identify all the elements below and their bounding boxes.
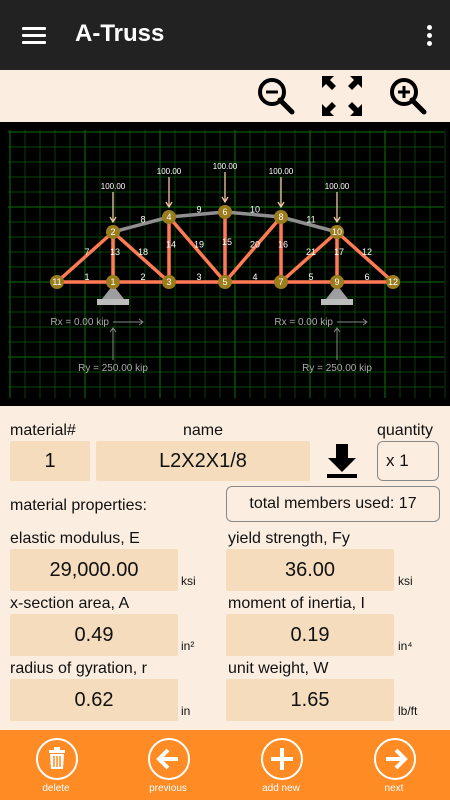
member-label: 5	[308, 272, 313, 282]
zoom-out-icon[interactable]	[254, 74, 298, 118]
bottom-action-bar: delete previous add new next	[0, 730, 450, 800]
inertia-unit: in⁴	[398, 639, 413, 653]
member-label: 13	[110, 247, 120, 257]
node-label: 5	[222, 277, 227, 287]
node-label: 10	[332, 227, 342, 237]
yield-strength-label: yield strength, Fy	[228, 530, 350, 547]
material-number-label: material#	[10, 422, 76, 439]
member-label: 16	[278, 240, 288, 250]
area-unit: in²	[181, 639, 195, 653]
node-label: 6	[222, 207, 227, 217]
member-label: 2	[140, 272, 145, 282]
material-properties-label: material properties:	[10, 497, 147, 514]
next-label: next	[384, 783, 404, 794]
member-label: 7	[84, 247, 89, 257]
quantity-value: x 1	[386, 451, 409, 470]
gyration-label: radius of gyration, r	[10, 660, 147, 677]
member-label: 3	[196, 272, 201, 282]
member-label: 18	[138, 247, 148, 257]
arrow-right-icon	[374, 738, 416, 780]
elastic-modulus-field[interactable]: 29,000.00	[10, 549, 178, 591]
member-label: 4	[252, 272, 257, 282]
delete-label: delete	[42, 783, 70, 794]
arrow-left-icon	[148, 738, 190, 780]
member-label: 9	[196, 205, 201, 215]
fit-screen-icon[interactable]	[320, 74, 364, 118]
reaction-x-label: Rx = 0.00 kip	[274, 317, 333, 328]
support-base	[321, 299, 353, 305]
member-label: 10	[250, 205, 260, 215]
gyration-unit: in	[181, 704, 191, 718]
yield-strength-field[interactable]: 36.00	[226, 549, 394, 591]
add-new-label: add new	[262, 783, 300, 794]
node-label: 4	[166, 212, 171, 222]
gyration-field[interactable]: 0.62	[10, 679, 178, 721]
node-label: 11	[52, 277, 61, 287]
truss-drawing[interactable]: 100.00100.00100.00100.00100.00 123456789…	[0, 122, 450, 406]
load-value: 100.00	[325, 182, 350, 191]
menu-icon[interactable]	[22, 24, 48, 46]
zoom-in-icon[interactable]	[386, 74, 430, 118]
member-label: 21	[306, 247, 316, 257]
reactions: Rx = 0.00 kip Rx = 0.00 kip Ry = 250.00 ki…	[50, 317, 372, 374]
yield-strength-unit: ksi	[398, 574, 413, 588]
app-title: A-Truss	[75, 20, 165, 47]
more-options-icon[interactable]	[422, 24, 436, 48]
unit-weight-label: unit weight, W	[228, 660, 329, 677]
elastic-modulus-unit: ksi	[181, 574, 196, 588]
load-value: 100.00	[101, 182, 126, 191]
previous-button[interactable]: previous	[118, 730, 218, 800]
member-label: 17	[334, 247, 344, 257]
inertia-label: moment of inertia, I	[228, 595, 365, 612]
unit-weight-field[interactable]: 1.65	[226, 679, 394, 721]
node-label: 9	[334, 277, 339, 287]
member-label: 19	[194, 240, 204, 250]
elastic-modulus-label: elastic modulus, E	[10, 530, 140, 547]
truss-canvas[interactable]: 100.00 100.00 100.00 100.00 100.00 123456789…	[0, 122, 450, 406]
trash-icon	[36, 738, 78, 780]
material-panel: material# name quantity 1 L2X2X1/8 x 1 m…	[0, 406, 450, 730]
plus-icon	[261, 738, 303, 780]
member-label: 12	[362, 247, 372, 257]
material-name-label: name	[183, 422, 224, 439]
load-value: 100.00	[157, 167, 182, 176]
load-value: 100.00	[269, 167, 294, 176]
reaction-x-label: Rx = 0.00 kip	[50, 317, 109, 328]
member-label: 6	[364, 272, 369, 282]
support-base	[97, 299, 129, 305]
previous-label: previous	[149, 783, 187, 794]
total-members-button[interactable]: total members used: 17	[226, 486, 440, 522]
node-label: 8	[278, 212, 283, 222]
area-field[interactable]: 0.49	[10, 614, 178, 656]
member-label: 15	[222, 237, 232, 247]
load-value: 100.00	[213, 162, 238, 171]
node-label: 3	[166, 277, 171, 287]
member-label: 8	[140, 215, 145, 225]
reaction-y-label: Ry = 250.00 kip	[78, 363, 148, 374]
download-icon[interactable]	[322, 442, 362, 480]
material-number-field[interactable]: 1	[10, 441, 90, 481]
node-label: 7	[278, 277, 283, 287]
area-label: x-section area, A	[10, 595, 130, 612]
member-label: 11	[306, 215, 315, 225]
next-button[interactable]: next	[344, 730, 444, 800]
member-label: 1	[84, 272, 89, 282]
member-label: 20	[250, 240, 260, 250]
unit-weight-unit: lb/ft	[398, 704, 418, 718]
material-name-field[interactable]: L2X2X1/8	[96, 441, 310, 481]
quantity-label: quantity	[377, 422, 434, 439]
delete-button[interactable]: delete	[6, 730, 106, 800]
node-label: 1	[110, 277, 115, 287]
member-label: 14	[166, 240, 176, 250]
node-label: 2	[110, 227, 115, 237]
reaction-y-label: Ry = 250.00 kip	[302, 363, 372, 374]
inertia-field[interactable]: 0.19	[226, 614, 394, 656]
view-toolbar	[0, 70, 450, 122]
quantity-field[interactable]: x 1	[377, 441, 439, 481]
node-label: 12	[388, 277, 398, 287]
add-new-button[interactable]: add new	[231, 730, 331, 800]
app-bar: A-Truss	[0, 0, 450, 70]
